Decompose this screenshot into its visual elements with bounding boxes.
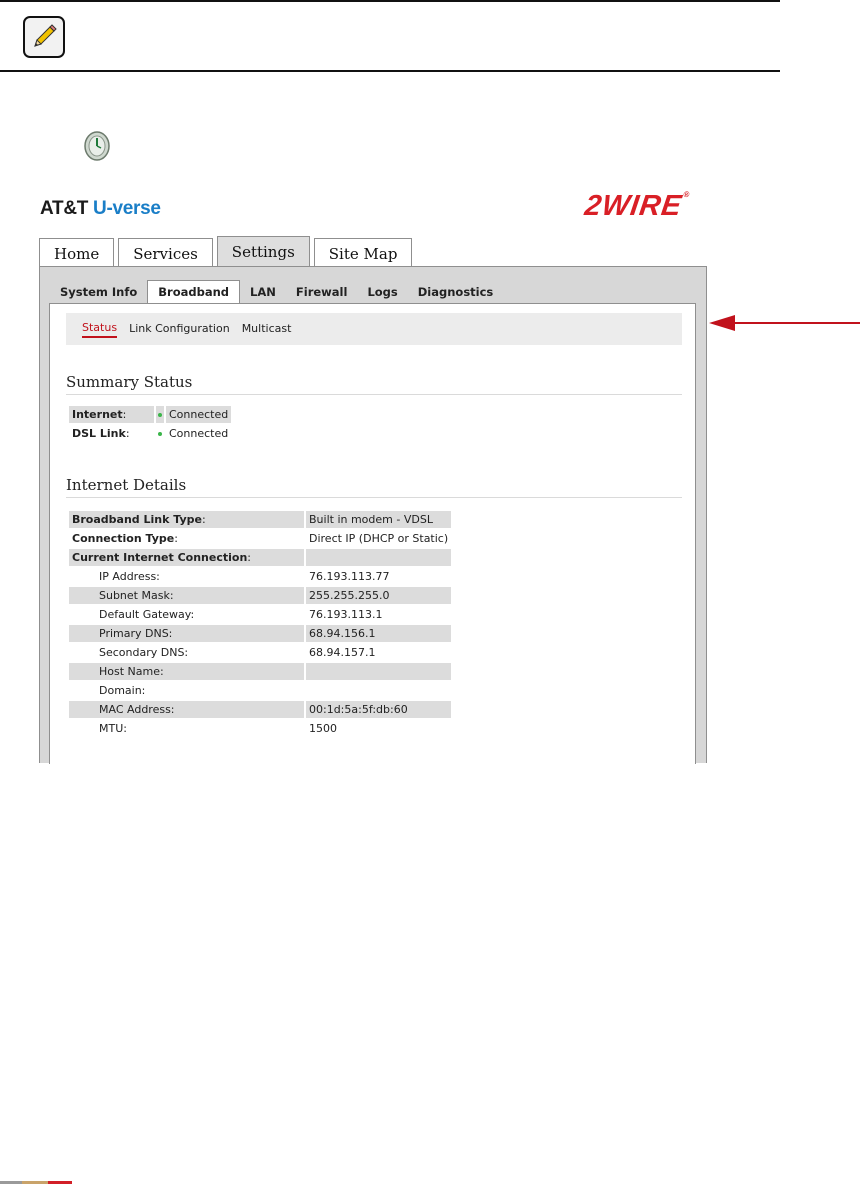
- row-label: Domain:: [99, 684, 146, 697]
- row-label: Subnet Mask:: [69, 587, 304, 604]
- table-row: Current Internet Connection:: [69, 549, 452, 566]
- note-bottom-rule: [0, 70, 780, 72]
- table-row: Connection Type: Direct IP (DHCP or Stat…: [69, 530, 451, 547]
- arrow-left-icon: [709, 315, 860, 331]
- row-value: 255.255.255.0: [306, 587, 452, 604]
- table-row: Broadband Link Type: Built in modem - VD…: [69, 511, 452, 528]
- status-value: Connected: [169, 427, 229, 440]
- row-value: Direct IP (DHCP or Static): [309, 532, 449, 545]
- table-row: MTU: 1500: [69, 720, 451, 737]
- pencil-icon: [23, 16, 65, 58]
- row-value: [306, 682, 451, 699]
- internet-details-table: Broadband Link Type: Built in modem - VD…: [67, 509, 453, 739]
- broadband-content: Status Link Configuration Multicast Summ…: [49, 303, 696, 764]
- row-label: Secondary DNS:: [99, 646, 189, 659]
- status-dot-icon: [156, 425, 164, 442]
- row-label: Connection Type:: [72, 532, 178, 545]
- subtab-firewall[interactable]: Firewall: [286, 281, 358, 303]
- row-label: IP Address:: [99, 570, 160, 583]
- subnav-multicast[interactable]: Multicast: [242, 322, 292, 337]
- summary-status-table: Internet: Connected DSL Link: Connected: [67, 404, 233, 444]
- table-row: IP Address: 76.193.113.77: [69, 568, 451, 585]
- row-label: MAC Address:: [69, 701, 304, 718]
- note-top-rule: [0, 0, 780, 2]
- status-row-internet: Internet: Connected: [69, 406, 232, 423]
- att-uverse-logo: AT&T U-verse: [40, 198, 161, 220]
- main-tabs: Home Services Settings Site Map: [39, 236, 413, 267]
- status-label: Internet:: [69, 406, 154, 423]
- row-label: Default Gateway:: [99, 608, 195, 621]
- table-row: MAC Address: 00:1d:5a:5f:db:60: [69, 701, 452, 718]
- row-value: 68.94.157.1: [309, 646, 376, 659]
- 2wire-logo-text: 2WIRE: [582, 190, 685, 222]
- row-value: [306, 549, 452, 566]
- tab-site-map[interactable]: Site Map: [313, 238, 413, 267]
- row-label: Broadband Link Type:: [69, 511, 304, 528]
- clock-icon: [84, 131, 110, 161]
- tab-services[interactable]: Services: [118, 238, 213, 267]
- table-row: Subnet Mask: 255.255.255.0: [69, 587, 452, 604]
- subtab-system-info[interactable]: System Info: [50, 281, 147, 303]
- row-value: Built in modem - VDSL: [306, 511, 452, 528]
- row-label: MTU:: [99, 722, 127, 735]
- broadband-sub-nav: Status Link Configuration Multicast: [66, 313, 682, 345]
- status-dot-icon: [156, 406, 164, 423]
- row-label: Current Internet Connection:: [69, 549, 304, 566]
- row-value: [306, 663, 452, 680]
- table-row: Domain:: [69, 682, 451, 699]
- row-label: Primary DNS:: [69, 625, 304, 642]
- row-value: 00:1d:5a:5f:db:60: [306, 701, 452, 718]
- status-label: DSL Link:: [72, 427, 130, 440]
- subnav-status[interactable]: Status: [82, 321, 118, 338]
- status-value: Connected: [166, 406, 232, 423]
- status-row-dsl-link: DSL Link: Connected: [69, 425, 231, 442]
- sub-tabs: System Info Broadband LAN Firewall Logs …: [50, 280, 504, 304]
- row-value: 76.193.113.77: [309, 570, 390, 583]
- table-row: Host Name:: [69, 663, 452, 680]
- subtab-diagnostics[interactable]: Diagnostics: [408, 281, 504, 303]
- tab-settings[interactable]: Settings: [216, 236, 310, 267]
- 2wire-logo: 2WIRE®: [582, 190, 692, 222]
- uverse-logo-text: U-verse: [93, 198, 161, 219]
- tab-home[interactable]: Home: [39, 238, 115, 267]
- subtab-logs[interactable]: Logs: [357, 281, 407, 303]
- subnav-link-configuration[interactable]: Link Configuration: [129, 322, 230, 337]
- subtab-lan[interactable]: LAN: [240, 281, 286, 303]
- row-value: 76.193.113.1: [309, 608, 383, 621]
- settings-panel: System Info Broadband LAN Firewall Logs …: [39, 266, 707, 764]
- row-label: Host Name:: [69, 663, 304, 680]
- row-value: 1500: [309, 722, 337, 735]
- row-value: 68.94.156.1: [306, 625, 452, 642]
- internet-details-title: Internet Details: [66, 476, 682, 498]
- table-row: Secondary DNS: 68.94.157.1: [69, 644, 451, 661]
- footer-color-bar: [0, 1181, 72, 1184]
- att-logo-text: AT&T: [40, 198, 89, 219]
- summary-status-title: Summary Status: [66, 373, 682, 395]
- table-row: Default Gateway: 76.193.113.1: [69, 606, 451, 623]
- table-row: Primary DNS: 68.94.156.1: [69, 625, 452, 642]
- subtab-broadband[interactable]: Broadband: [147, 280, 241, 304]
